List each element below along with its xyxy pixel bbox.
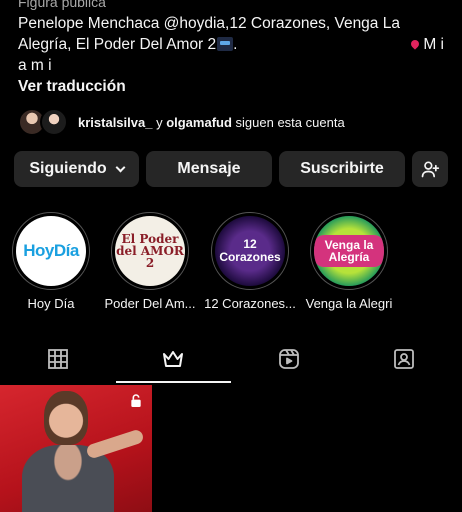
tab-reels[interactable] bbox=[231, 335, 347, 383]
tab-tagged[interactable] bbox=[347, 335, 462, 383]
pin-icon bbox=[409, 38, 421, 50]
message-button-label: Mensaje bbox=[177, 160, 241, 177]
bio-location-text: M i bbox=[423, 36, 444, 53]
highlight-venga-la-alegria[interactable]: Venga la Alegría Venga la Alegri bbox=[303, 212, 395, 311]
highlight-hoy-dia[interactable]: HoyDía Hoy Día bbox=[5, 212, 97, 311]
chevron-down-icon bbox=[115, 162, 126, 172]
followed-by[interactable]: kristalsilva_ y olgamafud siguen esta cu… bbox=[18, 108, 345, 136]
highlight-cover: 12 Corazones bbox=[215, 216, 285, 286]
bio-location: M i bbox=[409, 34, 444, 55]
see-translation-link[interactable]: Ver traducción bbox=[18, 78, 126, 96]
bio-line-1: Penelope Menchaca @hoydia,12 Corazones, … bbox=[18, 15, 400, 32]
followed-user-1: kristalsilva_ bbox=[78, 114, 153, 130]
followed-by-text: kristalsilva_ y olgamafud siguen esta cu… bbox=[78, 114, 345, 130]
person-add-icon bbox=[421, 161, 440, 178]
subscriber-post-thumbnail[interactable] bbox=[0, 385, 152, 512]
reels-icon bbox=[278, 349, 299, 369]
subscribe-button-label: Suscribirte bbox=[300, 160, 384, 177]
highlight-label: Poder Del Am... bbox=[104, 296, 196, 311]
highlight-label: Hoy Día bbox=[27, 296, 75, 311]
followed-user-2: olgamafud bbox=[166, 114, 232, 130]
following-button-label: Siguiendo bbox=[29, 160, 107, 177]
highlight-label: Venga la Alegri bbox=[305, 296, 393, 311]
highlight-cover: HoyDía bbox=[16, 216, 86, 286]
night-sky-emoji-icon bbox=[217, 37, 234, 51]
tab-subscriptions[interactable] bbox=[115, 335, 232, 383]
bio-line-2: Alegría, El Poder Del Amor 2 bbox=[18, 36, 217, 53]
tab-posts-grid[interactable] bbox=[0, 335, 116, 383]
bio: Penelope Menchaca @hoydia,12 Corazones, … bbox=[18, 15, 444, 74]
tagged-icon bbox=[394, 349, 415, 369]
highlight-cover: El Poder del AMOR 2 bbox=[115, 216, 185, 286]
message-button[interactable]: Mensaje bbox=[146, 151, 272, 187]
highlight-12-corazones[interactable]: 12 Corazones 12 Corazones... bbox=[204, 212, 296, 311]
followed-by-avatars bbox=[18, 108, 70, 136]
subscribe-button[interactable]: Suscribirte bbox=[279, 151, 405, 187]
highlight-poder-del-amor[interactable]: El Poder del AMOR 2 Poder Del Am... bbox=[104, 212, 196, 311]
profile-tabs bbox=[0, 335, 462, 383]
category-label: Figura pública bbox=[18, 0, 106, 10]
bio-line-3: a m i bbox=[18, 57, 52, 74]
avatar bbox=[40, 108, 68, 136]
highlight-label: 12 Corazones... bbox=[204, 296, 296, 311]
suggested-accounts-button[interactable] bbox=[412, 151, 448, 187]
highlight-cover: Venga la Alegría bbox=[314, 216, 384, 286]
grid-icon bbox=[47, 349, 68, 369]
crown-icon bbox=[163, 351, 184, 367]
unlock-icon bbox=[131, 394, 141, 407]
following-button[interactable]: Siguiendo bbox=[14, 151, 139, 187]
